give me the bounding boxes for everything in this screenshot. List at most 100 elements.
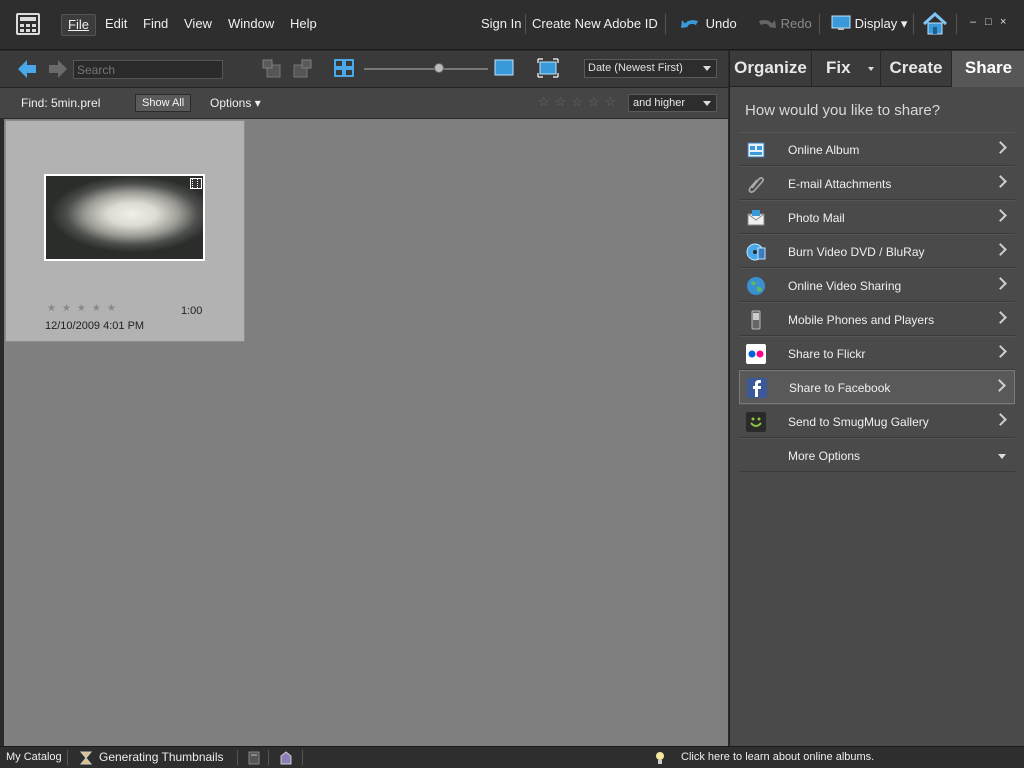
redo-icon [759,20,776,28]
small-thumbnails-icon[interactable] [334,59,354,77]
share-item-burn-dvd[interactable]: Burn Video DVD / BluRay [739,234,1015,268]
divider [268,750,269,765]
menu-file[interactable]: File [61,14,96,36]
create-adobe-id-link[interactable]: Create New Adobe ID [532,16,658,31]
undo-button[interactable]: Undo [680,15,737,31]
chevron-right-icon [994,311,1007,324]
rotate-left-icon[interactable] [262,59,282,79]
share-item-photo-mail[interactable]: Photo Mail [739,200,1015,234]
share-item-smugmug[interactable]: Send to SmugMug Gallery [739,404,1015,438]
phone-icon [751,310,761,330]
chevron-down-icon [998,454,1006,459]
full-screen-icon[interactable] [537,58,559,78]
share-item-online-video[interactable]: Online Video Sharing [739,268,1015,302]
divider [67,750,68,765]
chevron-right-icon [994,141,1007,154]
show-all-button[interactable]: Show All [135,94,192,112]
media-thumbnail-card[interactable]: ★★★★★ 1:00 12/10/2009 4:01 PM [5,120,245,342]
chevron-right-icon [994,413,1007,426]
monitor-icon [831,15,851,30]
chevron-right-icon [994,277,1007,290]
tab-organize[interactable]: Organize [730,51,812,87]
share-prompt: How would you like to share? [745,102,941,119]
chevron-right-icon [993,379,1006,392]
tab-share[interactable]: Share [952,51,1024,87]
menu-view[interactable]: View [178,14,218,36]
status-message: Generating Thumbnails [99,750,224,764]
panel-tabs: Organize Fix Create Share [730,51,1024,87]
divider [302,750,303,765]
divider [525,14,526,34]
search-input[interactable] [73,60,223,79]
divider [665,14,666,34]
chevron-right-icon [994,175,1007,188]
share-item-online-album[interactable]: Online Album [739,132,1015,166]
tab-create[interactable]: Create [881,51,952,87]
facebook-icon [747,378,767,398]
divider [913,14,914,34]
undo-icon [681,20,698,28]
sort-order-select[interactable]: Date (Newest First) [584,59,717,78]
rotate-right-icon[interactable] [292,59,312,79]
menu-help[interactable]: Help [284,14,323,36]
thumbnail-size-slider[interactable] [364,68,488,70]
share-panel: Organize Fix Create Share How would you … [729,51,1024,746]
globe-icon [747,277,765,295]
sign-in-link[interactable]: Sign In [481,16,521,31]
flickr-icon [746,344,766,364]
catalog-name[interactable]: My Catalog [6,751,62,763]
menu-bar: File Edit Find View Window Help Sign In … [0,0,1024,50]
minimize-button[interactable]: – [970,16,976,28]
status-bar: My Catalog Generating Thumbnails Click h… [0,746,1024,768]
divider [819,14,820,34]
paperclip-icon [748,177,764,193]
chevron-down-icon [703,66,711,71]
video-duration: 1:00 [181,305,203,317]
smugmug-icon [746,412,766,432]
maximize-button[interactable]: □ [985,16,992,28]
tab-fix[interactable]: Fix [812,51,881,87]
share-item-facebook[interactable]: Share to Facebook [739,370,1015,404]
keyword-tag-icon[interactable] [248,751,260,765]
menu-find[interactable]: Find [137,14,174,36]
media-date: 12/10/2009 4:01 PM [45,320,145,332]
share-options-list: Online Album E-mail Attachments Photo Ma… [739,132,1015,472]
video-thumbnail[interactable] [44,174,205,261]
redo-button[interactable]: Redo [755,15,812,31]
find-bar: Find: 5min.prel Show All Options ▾ ☆☆☆☆☆ [0,88,728,119]
divider [237,750,238,765]
chevron-right-icon [994,243,1007,256]
lightbulb-icon [656,752,664,764]
chevron-right-icon [994,209,1007,222]
slider-thumb[interactable] [434,63,444,73]
rating-filter-select[interactable]: and higher [628,94,717,112]
thumbnail-rating[interactable]: ★★★★★ [47,303,122,314]
app-logo-icon[interactable] [16,13,40,35]
options-menu[interactable]: Options ▾ [210,96,261,110]
share-item-more-options[interactable]: More Options [739,438,1015,472]
online-album-icon [747,142,765,158]
share-item-flickr[interactable]: Share to Flickr [739,336,1015,370]
disc-icon [746,243,766,261]
chevron-down-icon [868,67,874,71]
menu-edit[interactable]: Edit [99,14,133,36]
chevron-down-icon [703,101,711,106]
album-icon[interactable] [280,751,292,765]
share-item-email-attachments[interactable]: E-mail Attachments [739,166,1015,200]
find-query-label: Find: 5min.prel [21,96,101,110]
photo-mail-icon [747,210,765,226]
back-arrow-icon[interactable] [16,58,38,80]
home-icon[interactable] [921,11,949,37]
chevron-right-icon [994,345,1007,358]
share-item-mobile-phones[interactable]: Mobile Phones and Players [739,302,1015,336]
menu-window[interactable]: Window [222,14,280,36]
forward-arrow-icon[interactable] [47,58,69,80]
close-button[interactable]: × [1000,16,1006,28]
media-browser[interactable]: ★★★★★ 1:00 12/10/2009 4:01 PM [4,119,728,746]
rating-filter-stars[interactable]: ☆☆☆☆☆ [538,94,621,110]
display-menu[interactable]: Display ▾ [831,15,907,32]
divider [956,14,957,34]
video-clip-icon [190,178,202,189]
large-thumbnail-icon[interactable] [494,59,514,77]
help-tip-link[interactable]: Click here to learn about online albums. [681,751,874,763]
